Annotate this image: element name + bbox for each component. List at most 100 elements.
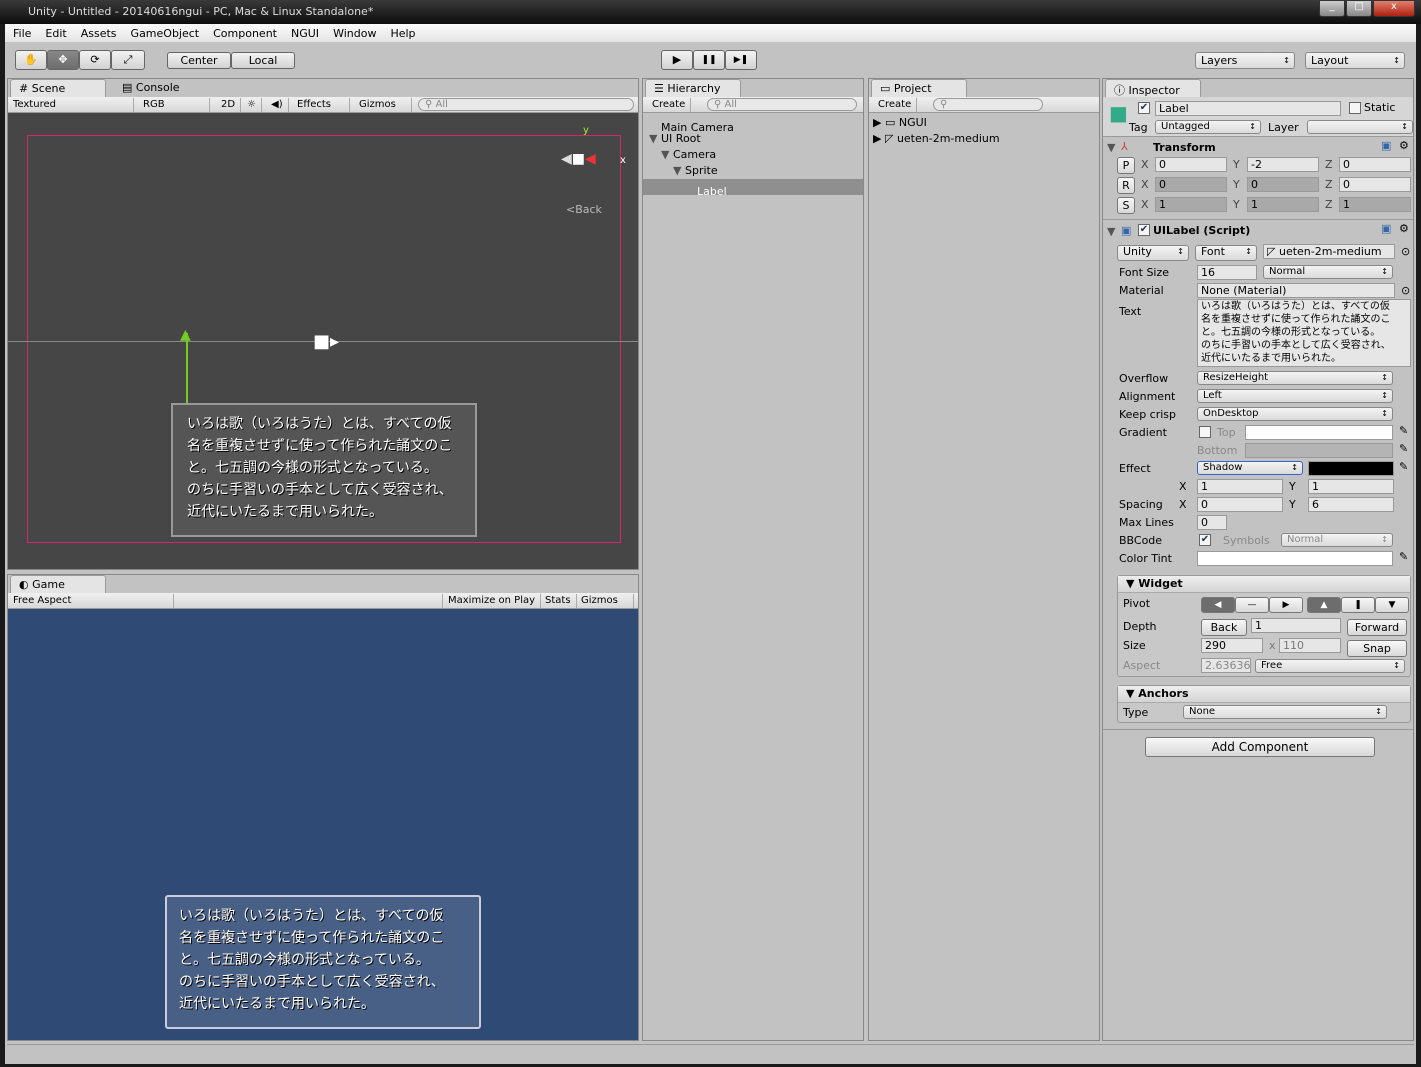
layer-dropdown[interactable] xyxy=(1307,120,1413,134)
effect-x-field[interactable]: 1 xyxy=(1197,479,1283,494)
tab-hierarchy[interactable]: ☰ Hierarchy xyxy=(645,79,741,97)
transform-position-button[interactable]: P xyxy=(1117,157,1135,174)
tab-game[interactable]: ◐ Game xyxy=(10,575,106,593)
max-lines-field[interactable]: 0 xyxy=(1197,515,1227,530)
project-create-dropdown[interactable]: Create xyxy=(873,98,918,112)
expand-arrow-icon[interactable]: ▼ xyxy=(661,147,673,163)
hierarchy-item[interactable]: Main Camera xyxy=(643,115,863,134)
lighting-icon[interactable]: ☼ xyxy=(242,98,262,112)
gradient-top-color[interactable] xyxy=(1245,425,1393,440)
object-picker-icon[interactable]: ⊙ xyxy=(1401,284,1410,297)
menu-help[interactable]: Help xyxy=(390,27,415,40)
maximize-button[interactable]: □ xyxy=(1346,0,1372,17)
aspect-dropdown[interactable]: Free Aspect xyxy=(8,594,174,608)
eyedropper-icon[interactable]: ✎ xyxy=(1399,460,1408,473)
pivot-middle-button[interactable]: ❚ xyxy=(1341,597,1375,613)
pivot-center-button[interactable]: — xyxy=(1235,597,1269,613)
project-search-input[interactable]: ⚲ xyxy=(933,98,1043,111)
hierarchy-item[interactable]: Label xyxy=(643,179,863,198)
play-button[interactable]: ▶ xyxy=(661,50,693,70)
bbcode-checkbox[interactable]: ✔ xyxy=(1199,534,1211,546)
text-area[interactable]: いろは歌（いろはうた）とは、すべての仮 名を重複させずに使って作られた誦文のこ と。… xyxy=(1197,299,1411,367)
help-icon[interactable]: ▣ xyxy=(1381,222,1391,235)
effect-dropdown[interactable]: Shadow xyxy=(1197,461,1303,475)
gear-icon[interactable]: ⚙ xyxy=(1399,139,1409,152)
transform-scale-button[interactable]: S xyxy=(1117,197,1135,214)
eyedropper-icon[interactable]: ✎ xyxy=(1399,550,1408,563)
menu-ngui[interactable]: NGUI xyxy=(291,27,319,40)
move-tool-button[interactable]: ✥ xyxy=(47,50,79,70)
eyedropper-icon[interactable]: ✎ xyxy=(1399,424,1408,437)
anchor-type-dropdown[interactable]: None xyxy=(1183,705,1387,719)
gradient-checkbox[interactable] xyxy=(1199,426,1211,438)
y-axis-handle[interactable] xyxy=(186,333,188,408)
depth-back-button[interactable]: Back xyxy=(1201,619,1247,636)
gear-icon[interactable]: ⚙ xyxy=(1399,222,1409,235)
depth-field[interactable]: 1 xyxy=(1251,618,1341,633)
material-field[interactable]: None (Material) xyxy=(1197,283,1395,298)
menu-edit[interactable]: Edit xyxy=(45,27,66,40)
snap-button[interactable]: Snap xyxy=(1347,640,1407,657)
keep_crisp-dropdown[interactable]: OnDesktop xyxy=(1197,407,1393,421)
pivot-local-button[interactable]: Local xyxy=(231,52,295,69)
tab-inspector[interactable]: ⓘ Inspector xyxy=(1105,79,1201,97)
hierarchy-search-input[interactable]: ⚲ All xyxy=(707,98,857,111)
audio-icon[interactable]: ◀) xyxy=(266,98,289,112)
menu-component[interactable]: Component xyxy=(213,27,277,40)
stats-toggle[interactable]: Stats xyxy=(540,594,577,608)
widget-title[interactable]: ▼ Widget xyxy=(1118,576,1410,593)
width-field[interactable]: 290 xyxy=(1201,638,1263,653)
transform-rotation-button[interactable]: R xyxy=(1117,177,1135,194)
overflow-dropdown[interactable]: ResizeHeight xyxy=(1197,371,1393,385)
menu-file[interactable]: File xyxy=(13,27,31,40)
gizmos-dropdown[interactable]: Gizmos xyxy=(354,98,412,112)
tab-scene[interactable]: # Scene xyxy=(10,79,106,97)
render-mode-dropdown[interactable]: Textured xyxy=(8,98,134,112)
pivot-left-button[interactable]: ◀ xyxy=(1201,597,1235,613)
expand-arrow-icon[interactable] xyxy=(685,179,697,195)
scale-y-field[interactable]: 1 xyxy=(1247,197,1319,212)
font-field[interactable]: ◸ ueten-2m-medium xyxy=(1263,244,1395,259)
rotation-z-field[interactable]: 0 xyxy=(1339,177,1411,192)
alignment-dropdown[interactable]: Left xyxy=(1197,389,1393,403)
effects-dropdown[interactable]: Effects xyxy=(292,98,350,112)
pause-button[interactable]: ❚❚ xyxy=(693,50,725,70)
layers-dropdown[interactable]: Layers xyxy=(1195,52,1295,69)
hierarchy-item[interactable]: ▼ Camera xyxy=(643,147,863,163)
pivot-center-button[interactable]: Center xyxy=(167,52,231,69)
scene-gizmo[interactable]: y xyxy=(583,125,589,136)
object-picker-icon[interactable]: ⊙ xyxy=(1401,245,1410,258)
pivot-top-button[interactable]: ▲ xyxy=(1307,597,1341,613)
effect-color-field[interactable] xyxy=(1308,461,1394,476)
font-style-dropdown[interactable]: Normal xyxy=(1263,265,1393,279)
effect-y-field[interactable]: 1 xyxy=(1308,479,1394,494)
step-button[interactable]: ▶❚ xyxy=(725,50,757,70)
menu-assets[interactable]: Assets xyxy=(81,27,117,40)
scene-view[interactable]: ▲ ■▸ いろは歌（いろはうた）とは、すべての仮 名を重複させずに使って作られた誦… xyxy=(8,113,638,569)
name-field[interactable]: Label xyxy=(1155,101,1341,116)
tag-dropdown[interactable]: Untagged xyxy=(1155,120,1261,134)
position-z-field[interactable]: 0 xyxy=(1339,157,1411,172)
pivot-right-button[interactable]: ▶ xyxy=(1269,597,1303,613)
scale-z-field[interactable]: 1 xyxy=(1339,197,1411,212)
project-item-folder[interactable]: ▶ ▭ NGUI xyxy=(873,115,1000,131)
close-button[interactable]: x xyxy=(1373,0,1415,17)
minimize-button[interactable]: _ xyxy=(1319,0,1345,17)
add-component-button[interactable]: Add Component xyxy=(1145,737,1375,757)
scale-x-field[interactable]: 1 xyxy=(1155,197,1227,212)
layout-dropdown[interactable]: Layout xyxy=(1305,52,1405,69)
position-y-field[interactable]: -2 xyxy=(1247,157,1319,172)
game-gizmos-dropdown[interactable]: Gizmos xyxy=(576,594,634,608)
collapse-arrow-icon[interactable]: ▼ xyxy=(1107,225,1115,238)
active-checkbox[interactable]: ✔ xyxy=(1138,102,1150,114)
collapse-arrow-icon[interactable]: ▼ xyxy=(1107,141,1115,154)
depth-forward-button[interactable]: Forward xyxy=(1347,619,1407,636)
hierarchy-create-dropdown[interactable]: Create xyxy=(647,98,692,112)
scale-tool-button[interactable]: ⤢ xyxy=(111,50,145,70)
menu-gameobject[interactable]: GameObject xyxy=(131,27,200,40)
project-item-font[interactable]: ▶ ◸ ueten-2m-medium xyxy=(873,131,1000,147)
font-size-field[interactable]: 16 xyxy=(1197,265,1257,280)
font-kind-dropdown[interactable]: Font xyxy=(1195,245,1257,261)
pivot-bottom-button[interactable]: ▼ xyxy=(1375,597,1409,613)
tab-project[interactable]: ▭ Project xyxy=(871,79,967,97)
